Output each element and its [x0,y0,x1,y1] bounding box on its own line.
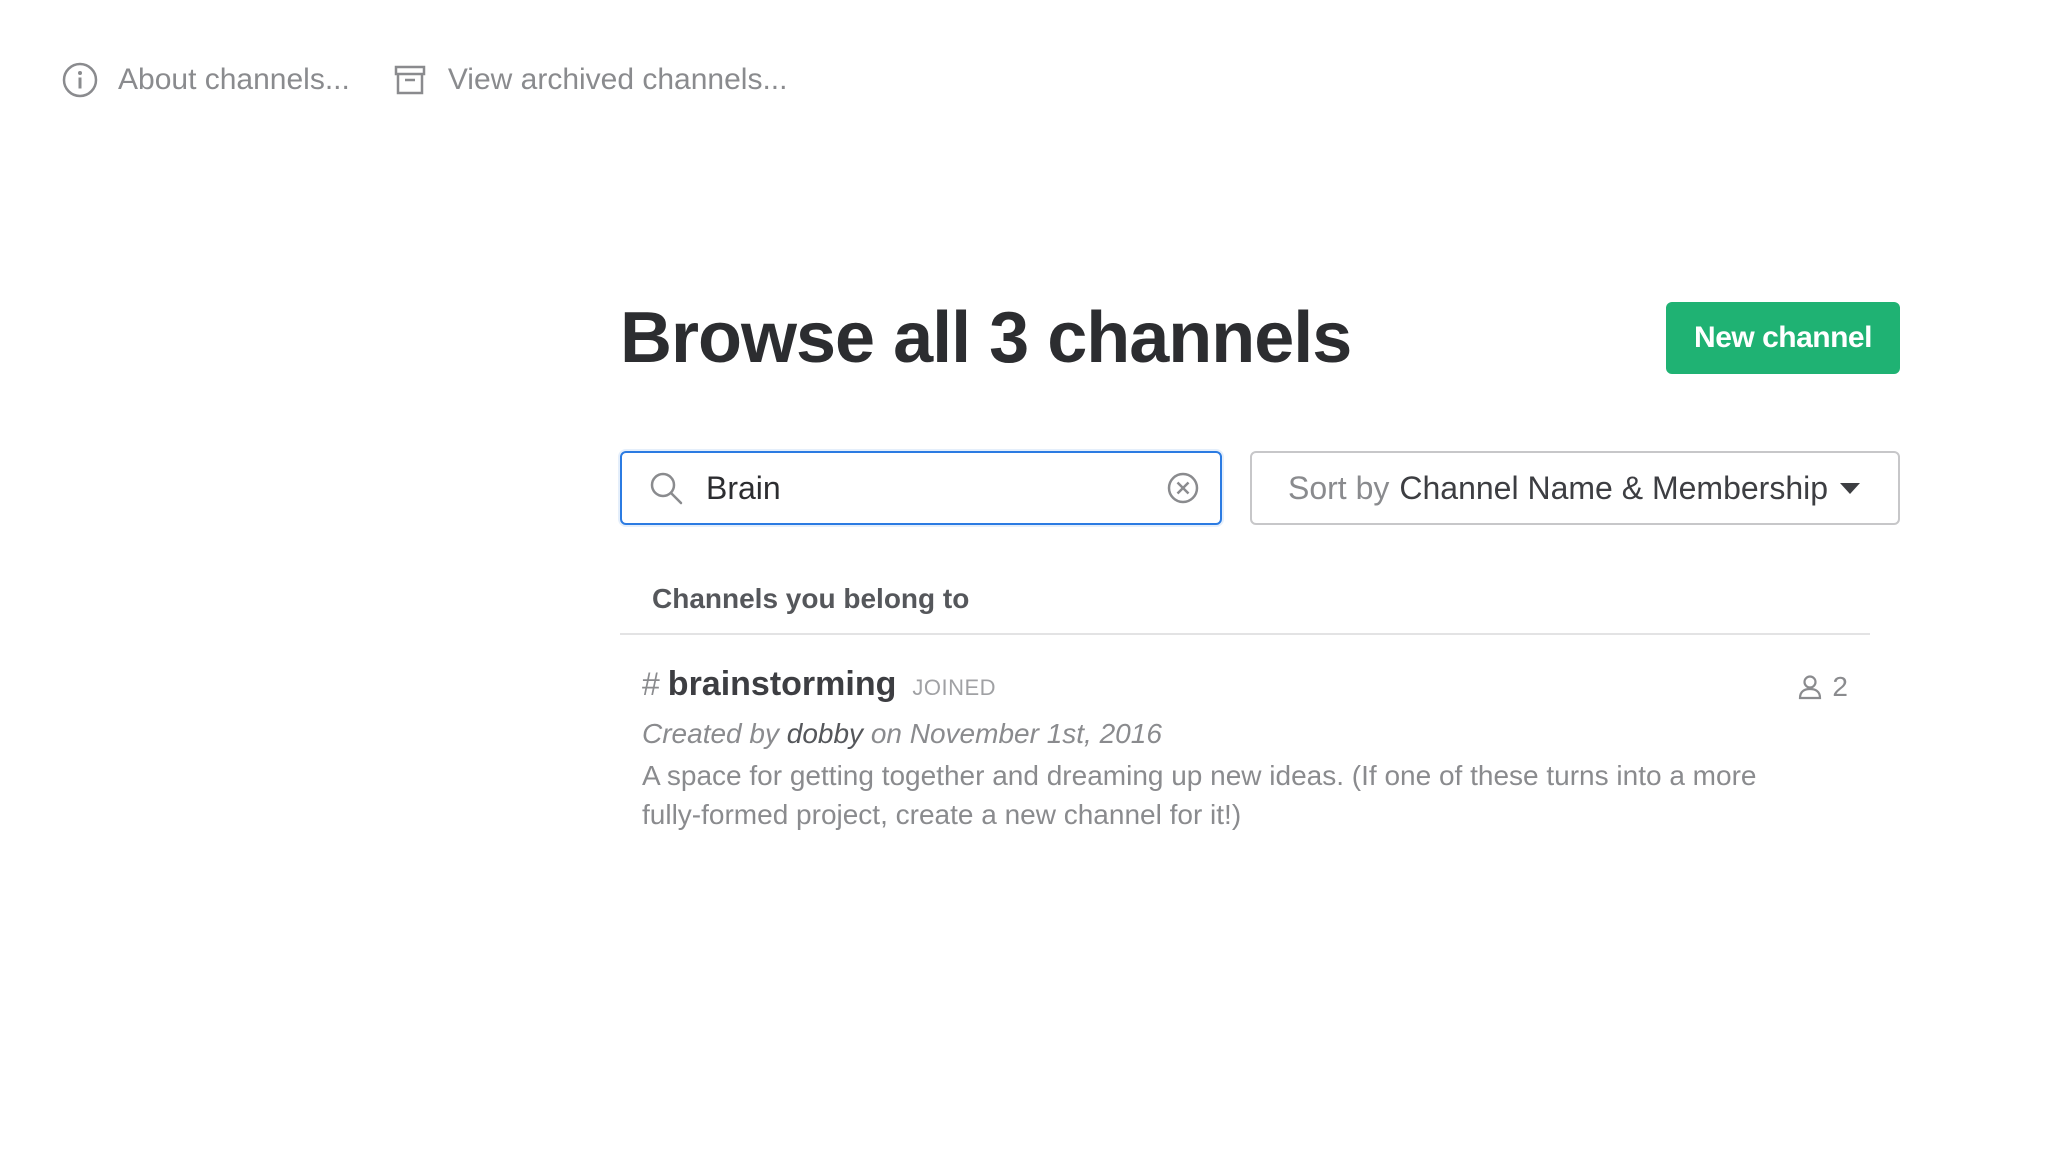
top-links: About channels... View archived channels… [60,60,787,100]
view-archived-link[interactable]: View archived channels... [390,60,788,100]
clear-circle-x-icon[interactable] [1166,471,1200,505]
about-channels-link[interactable]: About channels... [60,60,350,100]
creator-name[interactable]: dobby [787,718,863,749]
sort-value: Channel Name & Membership [1399,469,1829,506]
section-header: Channels you belong to [620,583,1870,635]
search-box[interactable] [620,451,1222,525]
controls-row: Sort by Channel Name & Membership [620,451,1900,525]
header-row: Browse all 3 channels New channel [620,298,1900,378]
channel-row[interactable]: # brainstorming JOINED 2 Created by dobb… [620,635,1870,834]
created-prefix: Created by [642,718,779,749]
channel-name-line: # brainstorming JOINED [642,665,1870,704]
hash-icon: # [642,666,660,702]
person-icon [1799,675,1822,700]
created-date: on November 1st, 2016 [870,718,1162,749]
archive-box-icon [394,65,426,95]
channel-name[interactable]: brainstorming [668,665,897,704]
page-title: Browse all 3 channels [620,298,1352,378]
sort-dropdown[interactable]: Sort by Channel Name & Membership [1250,451,1900,525]
member-count-value: 2 [1832,671,1848,702]
info-icon [62,62,98,98]
created-line: Created by dobby on November 1st, 2016 [642,718,1870,750]
sort-prefix: Sort by [1288,469,1390,506]
caret-down-icon [1840,483,1860,494]
view-archived-label: View archived channels... [447,63,788,96]
new-channel-button[interactable]: New channel [1666,302,1900,374]
search-input[interactable] [704,468,1166,508]
search-icon [650,472,683,505]
main-content: Browse all 3 channels New channel Sort b… [620,298,1900,834]
joined-badge: JOINED [912,675,997,700]
member-count: 2 [1796,671,1848,703]
channel-description: A space for getting together and dreamin… [642,760,1757,830]
about-channels-label: About channels... [118,63,350,96]
